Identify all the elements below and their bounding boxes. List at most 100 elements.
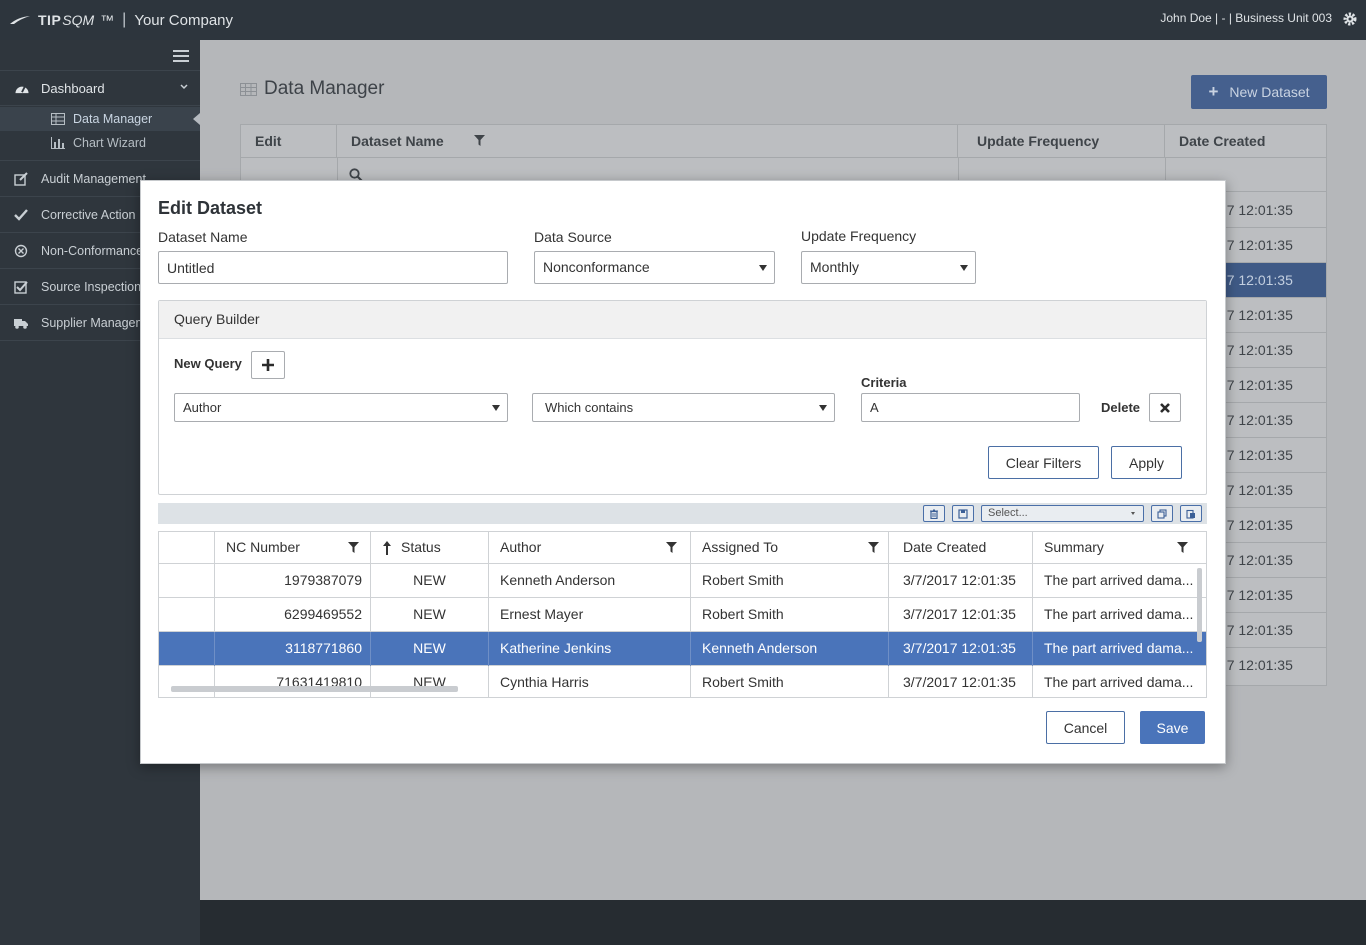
- data-source-select[interactable]: Nonconformance: [534, 251, 775, 284]
- filter-icon[interactable]: [868, 542, 879, 553]
- save-view-button[interactable]: [952, 505, 974, 522]
- row-select-cell[interactable]: [159, 564, 214, 598]
- edit-icon: [14, 171, 28, 186]
- grid-header: NC Number Status Author Assigned To Date…: [159, 532, 1206, 564]
- sidebar-item-label: Data Manager: [73, 112, 153, 126]
- nc-number-cell: 1979387079: [214, 564, 370, 598]
- save-button[interactable]: Save: [1140, 711, 1205, 744]
- column-header-status[interactable]: Status: [370, 532, 488, 564]
- copy-button[interactable]: [1151, 505, 1173, 522]
- row-select-cell[interactable]: [159, 632, 214, 666]
- criteria-input[interactable]: [861, 393, 1080, 422]
- dashboard-gauge-icon: [15, 85, 29, 93]
- apply-button[interactable]: Apply: [1111, 446, 1182, 479]
- author-cell: Ernest Mayer: [488, 598, 690, 632]
- table-row-selected[interactable]: 3118771860 NEW Katherine Jenkins Kenneth…: [159, 632, 1206, 666]
- user-info[interactable]: John Doe | - | Business Unit 003: [1160, 0, 1332, 40]
- query-builder-title: Query Builder: [159, 301, 1206, 339]
- table-row[interactable]: 71631419810 NEW Cynthia Harris Robert Sm…: [159, 666, 1206, 697]
- dataset-name-label: Dataset Name: [158, 229, 248, 245]
- column-header-date-created[interactable]: Date Created: [888, 532, 1032, 564]
- status-cell: NEW: [370, 666, 488, 697]
- sort-ascending-icon: [383, 541, 391, 555]
- brand-separator: |: [122, 11, 127, 28]
- query-field-value: Author: [183, 400, 222, 415]
- horizontal-scrollbar[interactable]: [171, 686, 458, 692]
- sidebar-item-data-manager[interactable]: Data Manager: [0, 107, 200, 131]
- row-select-cell[interactable]: [159, 598, 214, 632]
- column-header-update-frequency[interactable]: Update Frequency: [958, 125, 1165, 158]
- new-dataset-button[interactable]: + New Dataset: [1191, 75, 1327, 109]
- column-header-select[interactable]: [159, 532, 214, 564]
- filter-icon[interactable]: [666, 542, 677, 553]
- vertical-scrollbar[interactable]: [1197, 568, 1202, 642]
- column-header-date-created[interactable]: Date Created: [1165, 125, 1326, 158]
- query-field-select[interactable]: Author: [174, 393, 508, 422]
- save-icon: [958, 508, 968, 519]
- new-dataset-label: New Dataset: [1229, 84, 1310, 100]
- summary-cell: The part arrived dama...: [1032, 598, 1198, 632]
- page-title: Data Manager: [240, 78, 384, 100]
- dropdown-arrow-icon: [492, 405, 500, 411]
- filter-icon[interactable]: [1177, 542, 1188, 553]
- column-header-author[interactable]: Author: [488, 532, 690, 564]
- column-header-assigned-to[interactable]: Assigned To: [690, 532, 888, 564]
- brand-name-italic: SQM: [62, 12, 95, 28]
- grid-toolbar: Select...: [158, 503, 1207, 524]
- dataset-name-input[interactable]: [158, 251, 508, 284]
- cancel-button[interactable]: Cancel: [1046, 711, 1125, 744]
- table-icon: [240, 82, 257, 96]
- truck-icon: [14, 318, 28, 329]
- column-header-edit[interactable]: Edit: [241, 125, 337, 158]
- delete-row-button[interactable]: [923, 505, 945, 522]
- date-created-cell: 3/7/2017 12:01:35: [888, 666, 1032, 697]
- dialog-title: Edit Dataset: [158, 198, 263, 218]
- data-source-value: Nonconformance: [543, 259, 650, 275]
- column-header-label: Status: [401, 539, 441, 555]
- delete-query-button[interactable]: [1149, 393, 1181, 422]
- clear-filters-button[interactable]: Clear Filters: [988, 446, 1099, 479]
- sidebar-item-chart-wizard[interactable]: Chart Wizard: [0, 131, 200, 155]
- assigned-to-cell: Robert Smith: [690, 598, 888, 632]
- nc-number-cell: 3118771860: [214, 632, 370, 666]
- column-header-dataset-name[interactable]: Dataset Name: [337, 125, 958, 158]
- column-header-summary[interactable]: Summary: [1032, 532, 1206, 564]
- hamburger-menu-icon[interactable]: [173, 50, 189, 62]
- author-cell: Katherine Jenkins: [488, 632, 690, 666]
- column-header-label: Dataset Name: [351, 133, 444, 149]
- table-row[interactable]: 1979387079 NEW Kenneth Anderson Robert S…: [159, 564, 1206, 598]
- delete-label: Delete: [1101, 400, 1141, 415]
- nc-number-cell: 6299469552: [214, 598, 370, 632]
- nc-number-cell: 71631419810: [214, 666, 370, 697]
- results-grid: NC Number Status Author Assigned To Date…: [158, 531, 1207, 698]
- gear-icon[interactable]: [1342, 11, 1358, 27]
- sidebar-item-label: Audit Management: [41, 171, 146, 186]
- table-row[interactable]: 6299469552 NEW Ernest Mayer Robert Smith…: [159, 598, 1206, 632]
- update-frequency-select[interactable]: Monthly: [801, 251, 976, 284]
- paste-icon: [1186, 509, 1195, 519]
- row-select-cell[interactable]: [159, 666, 214, 697]
- assigned-to-cell: Robert Smith: [690, 666, 888, 697]
- status-cell: NEW: [370, 632, 488, 666]
- filter-icon[interactable]: [348, 542, 359, 553]
- company-name: Your Company: [134, 11, 233, 29]
- paste-button[interactable]: [1180, 505, 1202, 522]
- plus-icon: [262, 359, 274, 371]
- dropdown-arrow-icon: [819, 405, 827, 411]
- table-header: Edit Dataset Name Update Frequency Date …: [241, 125, 1326, 158]
- status-cell: NEW: [370, 564, 488, 598]
- sidebar-item-dashboard[interactable]: Dashboard: [0, 70, 200, 106]
- filter-icon[interactable]: [474, 135, 485, 146]
- dropdown-arrow-icon: [1131, 512, 1135, 515]
- add-query-button[interactable]: [251, 351, 285, 379]
- sidebar-item-label: Dashboard: [41, 80, 105, 96]
- circle-x-icon: [14, 244, 28, 257]
- view-select[interactable]: Select...: [981, 505, 1144, 522]
- footer-strip: [200, 900, 1366, 945]
- brand-logo[interactable]: TIP SQM ™ | Your Company: [10, 0, 233, 40]
- copy-icon: [1157, 508, 1167, 519]
- query-operator-select[interactable]: Which contains: [532, 393, 835, 422]
- sidebar-item-label: Source Inspection: [41, 279, 142, 294]
- page-title-text: Data Manager: [264, 78, 385, 99]
- column-header-nc-number[interactable]: NC Number: [214, 532, 370, 564]
